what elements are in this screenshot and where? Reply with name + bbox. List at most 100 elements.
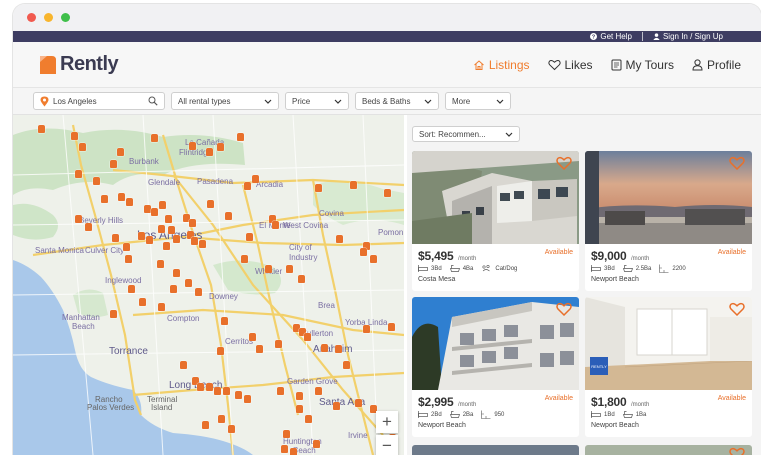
map-listing-pin[interactable] — [281, 445, 288, 453]
map-listing-pin[interactable] — [151, 208, 158, 216]
zoom-out-button[interactable]: − — [376, 435, 398, 455]
listing-card[interactable]: $9,000 /month Available 3Bd 2.5Ba 2200 N… — [585, 151, 752, 291]
map-listing-pin[interactable] — [315, 184, 322, 192]
map-listing-pin[interactable] — [75, 215, 82, 223]
nav-profile[interactable]: Profile — [692, 58, 741, 72]
nav-likes[interactable]: Likes — [547, 58, 593, 72]
zoom-in-button[interactable]: + — [376, 411, 398, 433]
map-listing-pin[interactable] — [384, 189, 391, 197]
map-listing-pin[interactable] — [128, 285, 135, 293]
map-listing-pin[interactable] — [173, 235, 180, 243]
listing-card-partial[interactable] — [412, 445, 579, 455]
heart-icon[interactable] — [729, 302, 745, 316]
map-listing-pin[interactable] — [139, 298, 146, 306]
map-listing-pin[interactable] — [217, 143, 224, 151]
map-listing-pin[interactable] — [336, 235, 343, 243]
map-listing-pin[interactable] — [110, 160, 117, 168]
close-window-dot[interactable] — [27, 13, 36, 22]
map-listing-pin[interactable] — [165, 215, 172, 223]
minimize-window-dot[interactable] — [44, 13, 53, 22]
map-listing-pin[interactable] — [350, 181, 357, 189]
location-search-input[interactable]: Los Angeles — [33, 92, 165, 110]
map-listing-pin[interactable] — [286, 265, 293, 273]
map-listing-pin[interactable] — [241, 255, 248, 263]
map-listing-pin[interactable] — [246, 233, 253, 241]
map-listing-pin[interactable] — [206, 383, 213, 391]
map-listing-pin[interactable] — [123, 243, 130, 251]
map-listing-pin[interactable] — [110, 310, 117, 318]
get-help-link[interactable]: ? Get Help — [580, 32, 642, 41]
map-listing-pin[interactable] — [256, 345, 263, 353]
rently-logo[interactable]: Rently — [37, 53, 119, 76]
price-select[interactable]: Price — [285, 92, 349, 110]
map-listing-pin[interactable] — [304, 333, 311, 341]
map-listing-pin[interactable] — [206, 148, 213, 156]
nav-my-tours[interactable]: My Tours — [611, 58, 674, 72]
map-listing-pin[interactable] — [290, 448, 297, 455]
map-listing-pin[interactable] — [228, 425, 235, 433]
map-listing-pin[interactable] — [218, 415, 225, 423]
nav-listings[interactable]: Listings — [473, 58, 530, 72]
map-listing-pin[interactable] — [112, 234, 119, 242]
map-listing-pin[interactable] — [199, 240, 206, 248]
map-listing-pin[interactable] — [343, 361, 350, 369]
map-listing-pin[interactable] — [126, 198, 133, 206]
map-listing-pin[interactable] — [249, 333, 256, 341]
map-listing-pin[interactable] — [283, 430, 290, 438]
map-listing-pin[interactable] — [360, 248, 367, 256]
map-listing-pin[interactable] — [244, 395, 251, 403]
map-listing-pin[interactable] — [296, 405, 303, 413]
map-listing-pin[interactable] — [151, 134, 158, 142]
map-listing-pin[interactable] — [85, 223, 92, 231]
map-listing-pin[interactable] — [214, 387, 221, 395]
map-listing-pin[interactable] — [237, 133, 244, 141]
map-listing-pin[interactable] — [117, 148, 124, 156]
sort-select[interactable]: Sort: Recommen... — [412, 126, 520, 142]
listing-card[interactable]: $5,495 /month Available 3Bd 4Ba Cat/Dog … — [412, 151, 579, 291]
map-listing-pin[interactable] — [195, 288, 202, 296]
maximize-window-dot[interactable] — [61, 13, 70, 22]
heart-icon[interactable] — [729, 156, 745, 170]
heart-icon[interactable] — [556, 302, 572, 316]
map-listing-pin[interactable] — [370, 255, 377, 263]
map-listing-pin[interactable] — [168, 226, 175, 234]
map-listing-pin[interactable] — [313, 440, 320, 448]
map-listing-pin[interactable] — [355, 399, 362, 407]
map-view[interactable]: La Cañada Flintridge Burbank Glendale Pa… — [13, 115, 404, 455]
map-listing-pin[interactable] — [170, 285, 177, 293]
sign-in-link[interactable]: Sign In / Sign Up — [643, 32, 733, 41]
search-icon[interactable] — [148, 96, 158, 106]
map-listing-pin[interactable] — [315, 387, 322, 395]
map-listing-pin[interactable] — [296, 392, 303, 400]
map-listing-pin[interactable] — [173, 269, 180, 277]
map-listing-pin[interactable] — [305, 415, 312, 423]
map-listing-pin[interactable] — [71, 132, 78, 140]
map-listing-pin[interactable] — [223, 387, 230, 395]
map-listing-pin[interactable] — [185, 279, 192, 287]
map-listing-pin[interactable] — [125, 255, 132, 263]
map-listing-pin[interactable] — [275, 340, 282, 348]
map-listing-pin[interactable] — [235, 391, 242, 399]
map-listing-pin[interactable] — [197, 383, 204, 391]
map-listing-pin[interactable] — [252, 175, 259, 183]
more-filters-select[interactable]: More — [445, 92, 511, 110]
map-listing-pin[interactable] — [363, 325, 370, 333]
map-listing-pin[interactable] — [75, 170, 82, 178]
map-listing-pin[interactable] — [333, 402, 340, 410]
map-listing-pin[interactable] — [93, 177, 100, 185]
map-listing-pin[interactable] — [388, 323, 395, 331]
map-listing-pin[interactable] — [158, 303, 165, 311]
heart-icon[interactable] — [729, 447, 745, 455]
map-listing-pin[interactable] — [101, 195, 108, 203]
map-listing-pin[interactable] — [207, 200, 214, 208]
map-listing-pin[interactable] — [38, 125, 45, 133]
map-listing-pin[interactable] — [272, 221, 279, 229]
map-listing-pin[interactable] — [163, 242, 170, 250]
map-listing-pin[interactable] — [321, 344, 328, 352]
map-listing-pin[interactable] — [189, 219, 196, 227]
map-listing-pin[interactable] — [244, 182, 251, 190]
rental-type-select[interactable]: All rental types — [171, 92, 279, 110]
map-listing-pin[interactable] — [277, 387, 284, 395]
map-listing-pin[interactable] — [298, 275, 305, 283]
map-listing-pin[interactable] — [118, 193, 125, 201]
